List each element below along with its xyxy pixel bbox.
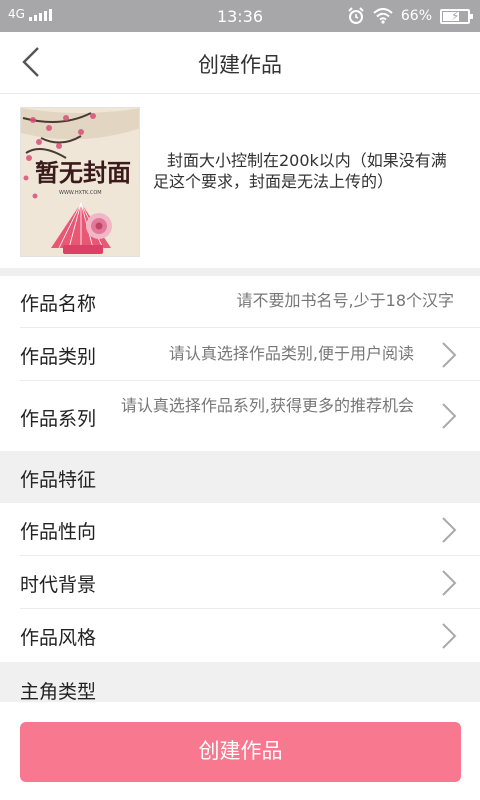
section-gap <box>0 268 480 276</box>
bottom-action-bar: 创建作品 <box>0 702 480 800</box>
feature-era-label: 时代背景 <box>20 574 97 596</box>
alarm-icon <box>348 7 364 24</box>
wifi-icon <box>373 8 393 24</box>
chevron-right-icon <box>442 342 457 368</box>
features-header-label: 作品特征 <box>20 469 97 491</box>
chevron-right-icon <box>442 570 457 596</box>
work-name-input[interactable]: 请不要加书名号,少于18个汉字 <box>154 291 454 311</box>
page-title: 创建作品 <box>198 53 282 77</box>
chevron-right-icon <box>442 403 457 429</box>
features-section-header: 作品特征 <box>0 451 480 503</box>
svg-text:暂无封面: 暂无封面 <box>35 158 131 187</box>
work-series-value: 请认真选择作品系列,获得更多的推荐机会 <box>120 396 414 415</box>
chevron-right-icon <box>442 623 457 649</box>
feature-orientation-row[interactable]: 作品性向 <box>0 503 480 556</box>
feature-era-row[interactable]: 时代背景 <box>0 556 480 609</box>
svg-text:WWW.HXTK.COM: WWW.HXTK.COM <box>59 190 102 196</box>
feature-style-row[interactable]: 作品风格 <box>0 609 480 662</box>
work-name-label: 作品名称 <box>20 293 97 315</box>
work-category-label: 作品类别 <box>20 346 97 368</box>
cover-hint: 封面大小控制在200k以内（如果没有满足这个要求，封面是无法上传的） <box>153 151 447 191</box>
work-category-value: 请认真选择作品类别,便于用户阅读 <box>168 344 414 363</box>
status-bar: 4G 13:36 66% ⚡ <box>0 0 480 32</box>
work-category-row[interactable]: 作品类别 请认真选择作品类别,便于用户阅读 <box>0 328 480 381</box>
work-series-row[interactable]: 作品系列 请认真选择作品系列,获得更多的推荐机会 <box>0 381 480 451</box>
work-series-label: 作品系列 <box>20 408 97 430</box>
cover-image[interactable]: 暂无封面 WWW.HXTK.COM <box>20 107 140 257</box>
battery-icon: ⚡ <box>440 8 473 24</box>
cover-artwork: 暂无封面 WWW.HXTK.COM <box>21 108 139 256</box>
feature-style-label: 作品风格 <box>20 627 97 649</box>
create-work-button[interactable]: 创建作品 <box>20 722 461 782</box>
work-name-row[interactable]: 作品名称 请不要加书名号,少于18个汉字 <box>0 276 480 328</box>
feature-orientation-label: 作品性向 <box>20 521 97 543</box>
protagonist-header-label: 主角类型 <box>20 681 97 703</box>
cover-section: 暂无封面 WWW.HXTK.COM 封面大小控制在200k以内（如果没有满足这个… <box>0 94 480 268</box>
chevron-right-icon <box>442 517 457 543</box>
protagonist-section-header: 主角类型 <box>0 662 480 703</box>
nav-bar: 创建作品 <box>0 32 480 94</box>
battery-percent: 66% <box>400 8 432 24</box>
